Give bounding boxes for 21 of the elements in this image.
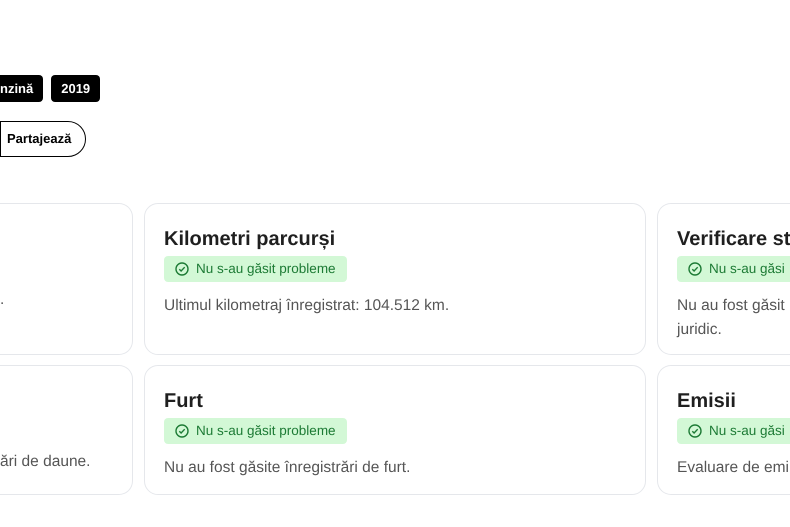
card-description: Evaluare de emi	[677, 458, 790, 478]
check-circle-icon	[175, 262, 189, 276]
tag: nzină	[0, 75, 44, 102]
share-button[interactable]: Partajează	[0, 121, 86, 157]
card-description: .	[0, 290, 6, 310]
card-description: ări de daune.	[0, 452, 92, 472]
card-description: Ultimul kilometraj înregistrat: 104.512 km.	[164, 296, 450, 316]
card-title: Kilometri parcurși	[164, 227, 336, 252]
check-circle-icon	[175, 424, 189, 438]
card-title: Emisii	[677, 389, 737, 414]
status-badge: Nu s-au găsi	[677, 256, 790, 282]
card-description: Nu au fost găsit juridic.	[677, 296, 786, 340]
status-badge: Nu s-au găsit probleme	[164, 418, 347, 444]
card-title: Furt	[164, 389, 204, 414]
card-description: Nu au fost găsite înregistrări de furt.	[164, 458, 412, 478]
tag: 2019	[51, 75, 100, 102]
card-title: Verificare st	[677, 227, 790, 252]
check-circle-icon	[688, 262, 702, 276]
status-badge: Nu s-au găsi	[677, 418, 790, 444]
check-circle-icon	[688, 424, 702, 438]
status-badge: Nu s-au găsit probleme	[164, 256, 347, 282]
